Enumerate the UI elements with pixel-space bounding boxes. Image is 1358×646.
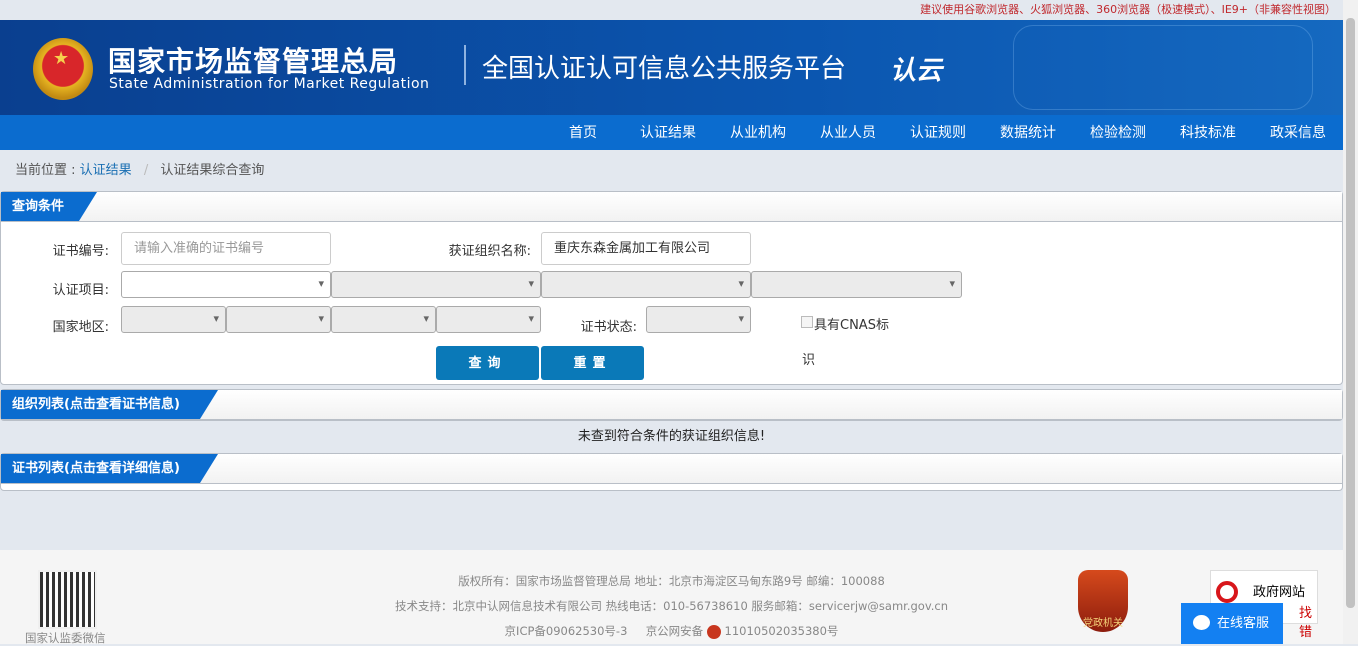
region-select-4[interactable] — [436, 306, 541, 333]
gov-site-label-2: 找错 — [1299, 606, 1313, 640]
nav-procurement[interactable]: 政采信息 — [1253, 115, 1343, 150]
region-label: 国家地区: — [52, 320, 109, 335]
main-nav: 首页 认证结果 从业机构 从业人员 认证规则 数据统计 检验检测 科技标准 政采… — [0, 115, 1343, 150]
gov-site-label: 政府网站 — [1253, 585, 1306, 600]
cnas-label: 具有CNAS标 — [814, 318, 889, 333]
org-name-en: State Administration for Market Regulati… — [109, 76, 430, 92]
police-number-link[interactable]: 11010502035380号 — [725, 624, 839, 638]
breadcrumb-current: 认证结果综合查询 — [160, 163, 265, 178]
divider — [464, 45, 466, 85]
footer-support: 技术支持：北京中认网信息技术有限公司 热线电话：010-56738610 服务邮… — [394, 599, 949, 613]
org-list-title: 组织列表(点击查看证书信息) — [1, 390, 218, 419]
police-badge-icon — [706, 624, 721, 639]
org-name-cn: 国家市场监督管理总局 — [108, 45, 399, 78]
cnas-checkbox[interactable] — [801, 316, 813, 328]
nav-home[interactable]: 首页 — [543, 115, 623, 150]
breadcrumb-link[interactable]: 认证结果 — [80, 163, 132, 178]
breadcrumb-prefix: 当前位置 : — [15, 163, 76, 178]
scrollbar[interactable] — [1343, 0, 1358, 644]
status-label: 证书状态: — [580, 320, 637, 335]
decorative-pattern — [1013, 25, 1313, 110]
reset-button[interactable]: 重置 — [541, 346, 644, 380]
renyun-logo: 认云 — [890, 56, 943, 86]
project-select-2[interactable] — [331, 271, 541, 298]
query-panel-title: 查询条件 — [1, 192, 97, 221]
query-panel: 查询条件 证书编号: 请输入准确的证书编号 获证组织名称: 重庆东森金属加工有限… — [0, 191, 1343, 385]
footer: 国家认监委微信 版权所有：国家市场监督管理总局 地址：北京市海淀区马甸东路9号 … — [0, 550, 1343, 645]
nav-statistics[interactable]: 数据统计 — [983, 115, 1073, 150]
nav-inspection[interactable]: 检验检测 — [1073, 115, 1163, 150]
national-emblem-icon — [33, 38, 93, 100]
cert-list-panel: 证书列表(点击查看详细信息) — [0, 453, 1343, 491]
org-name-input[interactable]: 重庆东森金属加工有限公司 — [541, 232, 751, 265]
cnas-label-cont: 识 — [802, 353, 816, 368]
breadcrumb-separator: / — [143, 163, 149, 178]
cert-list-title: 证书列表(点击查看详细信息) — [1, 454, 218, 483]
breadcrumb: 当前位置 : 认证结果 / 认证结果综合查询 — [15, 159, 264, 178]
police-label: 京公网安备 — [645, 624, 704, 638]
empty-message: 未查到符合条件的获证组织信息! — [577, 429, 766, 444]
project-select-4[interactable] — [751, 271, 962, 298]
region-select-3[interactable] — [331, 306, 436, 333]
project-label: 认证项目: — [52, 283, 109, 298]
status-select[interactable] — [646, 306, 751, 333]
region-select-2[interactable] — [226, 306, 331, 333]
nav-cert-results[interactable]: 认证结果 — [623, 115, 713, 150]
nav-institutions[interactable]: 从业机构 — [713, 115, 803, 150]
project-select-3[interactable] — [541, 271, 751, 298]
footer-copyright: 版权所有：国家市场监督管理总局 地址：北京市海淀区马甸东路9号 邮编：10008… — [458, 574, 885, 588]
nav-standards[interactable]: 科技标准 — [1163, 115, 1253, 150]
browser-notice: 建议使用谷歌浏览器、火狐浏览器、360浏览器（极速模式）、IE9+（非兼容性视图… — [920, 3, 1336, 16]
search-button[interactable]: 查询 — [436, 346, 539, 380]
cert-no-input[interactable]: 请输入准确的证书编号 — [121, 232, 331, 265]
platform-title: 全国认证认可信息公共服务平台 — [482, 54, 847, 84]
nav-personnel[interactable]: 从业人员 — [803, 115, 893, 150]
cert-no-label: 证书编号: — [52, 244, 109, 259]
party-gov-badge[interactable]: 党政机关 — [1078, 570, 1128, 632]
org-name-label: 获证组织名称: — [448, 244, 531, 259]
scrollbar-thumb[interactable] — [1346, 18, 1355, 608]
online-service-button[interactable]: 在线客服 — [1181, 603, 1283, 644]
region-select-1[interactable] — [121, 306, 226, 333]
gov-site-icon — [1216, 581, 1238, 603]
site-header: 国家市场监督管理总局 State Administration for Mark… — [0, 20, 1343, 115]
project-select-1[interactable] — [121, 271, 331, 298]
org-list-panel: 组织列表(点击查看证书信息) — [0, 389, 1343, 421]
nav-rules[interactable]: 认证规则 — [893, 115, 983, 150]
icp-link[interactable]: 京ICP备09062530号-3 — [505, 624, 628, 638]
